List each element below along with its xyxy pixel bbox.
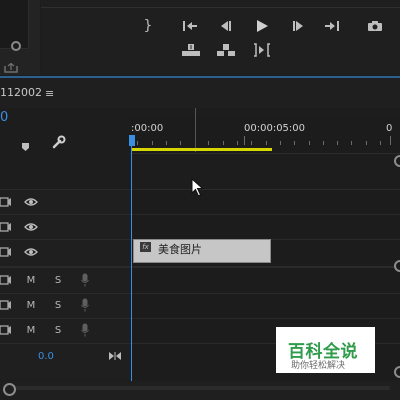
mark-out-label: } xyxy=(143,18,153,34)
sequence-menu-icon[interactable]: ≡ xyxy=(45,87,54,100)
mute-track-button[interactable]: M xyxy=(25,323,37,337)
export-icon[interactable] xyxy=(4,58,18,73)
vertical-zoom-handle[interactable] xyxy=(394,155,400,167)
ruler-tick xyxy=(280,141,281,145)
ruler-major-tick xyxy=(390,136,391,145)
trim-icon[interactable] xyxy=(252,42,272,58)
sync-lock-icon[interactable] xyxy=(0,195,12,209)
scrollbar-zoom-handle[interactable] xyxy=(3,383,16,396)
sync-lock-icon[interactable] xyxy=(0,245,12,259)
ruler-tick xyxy=(152,141,153,145)
toggle-track-output-eye-icon[interactable] xyxy=(24,195,38,209)
track-divider xyxy=(0,318,400,319)
voice-over-record-icon[interactable] xyxy=(79,272,91,288)
go-to-in-icon[interactable] xyxy=(180,18,200,34)
ruler-tick xyxy=(309,141,310,145)
wrench-icon[interactable] xyxy=(52,134,66,153)
toggle-track-output-eye-icon[interactable] xyxy=(24,220,38,234)
timeline-clip[interactable] xyxy=(133,239,271,263)
voice-over-record-icon[interactable] xyxy=(79,322,91,338)
vertical-zoom-handle[interactable] xyxy=(394,366,400,378)
ruler-hover-line xyxy=(195,108,196,152)
solo-track-button[interactable]: S xyxy=(52,298,64,312)
scrollbar-track[interactable] xyxy=(10,386,390,390)
solo-track-button[interactable]: S xyxy=(52,323,64,337)
play-icon[interactable] xyxy=(252,18,272,34)
mute-track-button[interactable]: M xyxy=(25,298,37,312)
ruler-tick xyxy=(380,141,381,145)
clip-fx-badge: fx xyxy=(140,242,151,252)
track-divider xyxy=(0,214,400,215)
track-divider xyxy=(0,293,400,294)
clip-label: 美食图片 xyxy=(158,243,202,256)
sequence-tab-title[interactable]: 112002 xyxy=(0,86,42,99)
ruler-tick xyxy=(323,141,324,145)
ruler-tick xyxy=(294,141,295,145)
playhead-timecode[interactable]: 0 xyxy=(0,110,8,125)
ruler-label-start: :00:00 xyxy=(131,123,164,134)
watermark-subtitle: 助你轻松解决 xyxy=(291,361,346,371)
master-volume-value[interactable]: 0.0 xyxy=(38,351,54,362)
timeline-horizontal-scrollbar[interactable] xyxy=(0,381,400,400)
camera-icon[interactable] xyxy=(365,18,385,34)
voice-over-record-icon[interactable] xyxy=(79,297,91,313)
ruler-tick xyxy=(337,141,338,145)
ruler-tick xyxy=(351,141,352,145)
mute-track-button[interactable]: M xyxy=(25,273,37,287)
go-to-out-icon[interactable] xyxy=(322,18,342,34)
ruler-major-tick xyxy=(244,136,245,145)
timeline-header xyxy=(0,78,400,108)
ruler-tick xyxy=(208,141,209,145)
program-monitor xyxy=(41,0,400,75)
video-audio-separator[interactable] xyxy=(0,266,400,268)
step-forward-icon[interactable] xyxy=(288,18,308,34)
ruler-label-end: 0 xyxy=(386,123,393,134)
ruler-divider xyxy=(130,153,400,154)
ruler-tick xyxy=(251,141,252,145)
mark-out-button[interactable]: } xyxy=(138,18,158,34)
ruler-label-5s: 00:00:05:00 xyxy=(244,123,306,134)
ruler-tick xyxy=(366,141,367,145)
lift-icon[interactable] xyxy=(181,42,201,58)
toggle-track-output-eye-icon[interactable] xyxy=(24,245,38,259)
solo-track-button[interactable]: S xyxy=(52,273,64,287)
add-marker-icon[interactable] xyxy=(21,137,30,156)
step-back-icon[interactable] xyxy=(216,18,236,34)
sync-lock-icon[interactable] xyxy=(0,220,12,234)
ruler-tick xyxy=(266,141,267,145)
ruler-tick xyxy=(137,141,138,145)
source-scroll-handle[interactable] xyxy=(11,41,21,51)
ruler-tick xyxy=(166,141,167,145)
vertical-zoom-handle[interactable] xyxy=(394,260,400,272)
playhead-line[interactable] xyxy=(131,139,132,381)
ruler-tick xyxy=(180,141,181,145)
mouse-pointer-icon xyxy=(191,177,205,202)
playhead-handle[interactable] xyxy=(129,135,135,146)
sync-lock-icon[interactable] xyxy=(0,298,12,312)
ruler-tick xyxy=(237,141,238,145)
go-to-edit-point-icon[interactable] xyxy=(108,346,122,365)
ruler-tick xyxy=(223,141,224,145)
work-area-bar[interactable] xyxy=(132,148,272,151)
sync-lock-icon[interactable] xyxy=(0,273,12,287)
sync-lock-icon[interactable] xyxy=(0,323,12,337)
extract-icon[interactable] xyxy=(216,42,236,58)
program-monitor-divider xyxy=(41,7,400,8)
